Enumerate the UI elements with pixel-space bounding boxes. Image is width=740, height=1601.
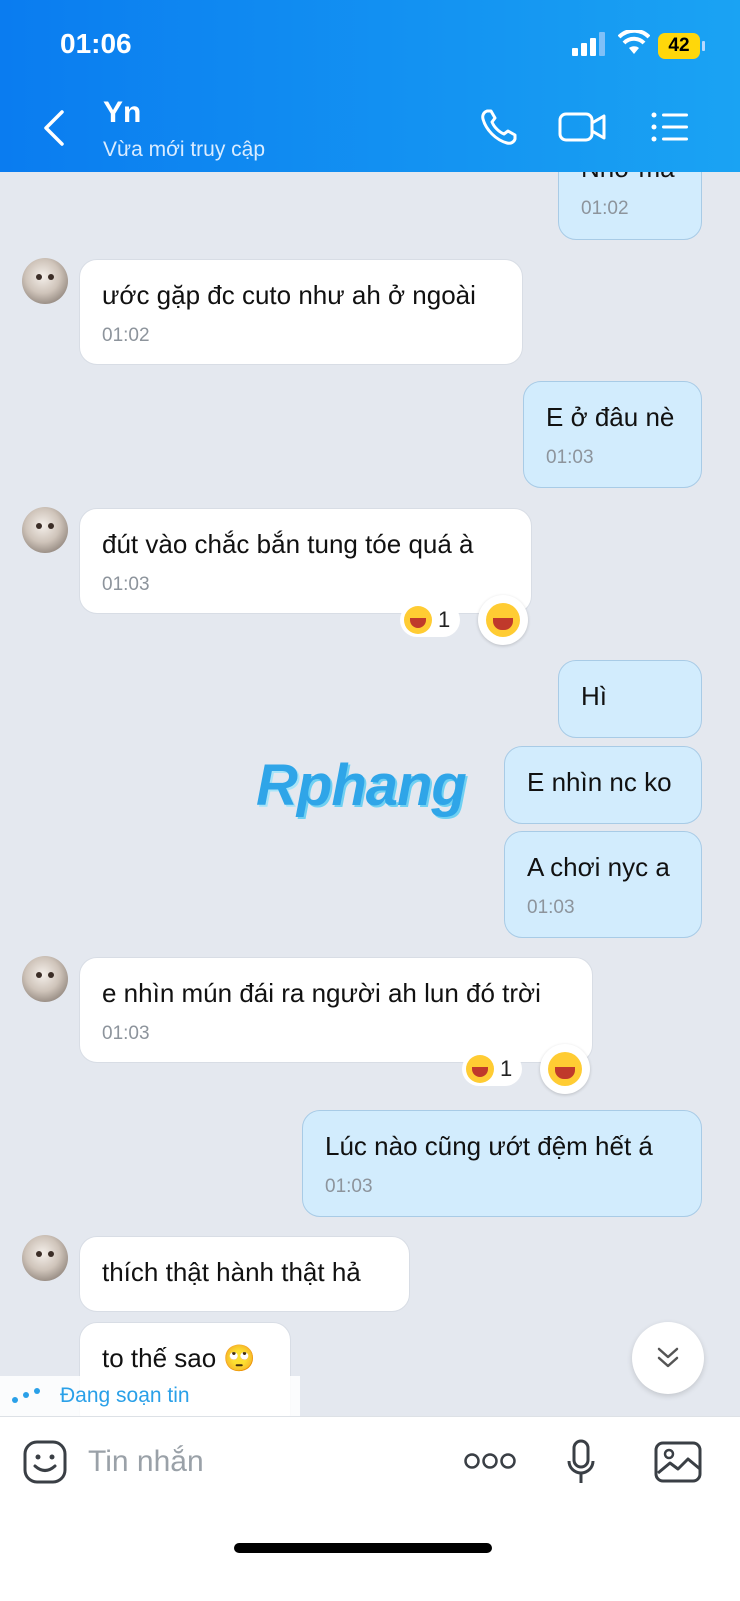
laugh-emoji-icon — [404, 606, 432, 634]
add-reaction-button[interactable] — [478, 595, 528, 645]
message-time: 01:03 — [546, 447, 594, 468]
message-input[interactable]: Tin nhắn — [88, 1445, 204, 1479]
battery-cap — [702, 41, 705, 51]
reaction-summary[interactable]: 1 — [462, 1052, 523, 1086]
home-indicator — [234, 1543, 492, 1553]
message-text: e nhìn mún đái ra người ah lun đó trời — [102, 978, 541, 1008]
reaction-count: 1 — [500, 1056, 513, 1081]
message-time: 01:03 — [102, 1023, 150, 1044]
video-call-icon[interactable] — [558, 106, 608, 148]
message-text: E nhìn nc ko — [527, 767, 672, 797]
typing-dots-icon — [12, 1388, 44, 1404]
laugh-emoji-icon — [548, 1052, 582, 1086]
back-icon[interactable] — [36, 108, 72, 148]
sticker-icon[interactable] — [22, 1439, 68, 1485]
message-outgoing[interactable]: Lúc nào cũng ướt đệm hết á 01:03 — [302, 1110, 702, 1217]
reaction-summary[interactable]: 1 — [400, 603, 461, 637]
scroll-to-bottom-button[interactable] — [632, 1322, 704, 1394]
cellular-signal-icon — [572, 32, 605, 56]
microphone-icon[interactable] — [566, 1439, 596, 1487]
avatar[interactable] — [22, 258, 68, 304]
message-incoming[interactable]: ước gặp đc cuto như ah ở ngoài 01:02 — [79, 259, 523, 365]
status-time: 01:06 — [60, 28, 132, 59]
message-text: thích thật hành thật hả — [102, 1257, 361, 1287]
message-outgoing[interactable]: A chơi nyc a 01:03 — [504, 831, 702, 938]
typing-text: Đang soạn tin — [60, 1384, 190, 1407]
image-icon[interactable] — [654, 1441, 702, 1483]
more-icon[interactable] — [464, 1451, 516, 1471]
laugh-emoji-icon — [486, 603, 520, 637]
phone-icon[interactable] — [478, 106, 520, 148]
message-time: 01:02 — [581, 198, 629, 219]
chat-title[interactable]: Yn — [103, 96, 141, 130]
watermark-part: phang — [296, 753, 467, 818]
message-outgoing[interactable]: Nhớ mà 01:02 — [558, 172, 702, 240]
message-incoming[interactable]: đút vào chắc bắn tung tóe quá à 01:03 — [79, 508, 532, 614]
watermark-part: R — [256, 753, 298, 818]
laugh-emoji-icon — [466, 1055, 494, 1083]
message-incoming[interactable]: e nhìn mún đái ra người ah lun đó trời 0… — [79, 957, 593, 1063]
chevron-double-down-icon — [657, 1347, 679, 1368]
wifi-icon — [618, 30, 650, 54]
message-text: Nhớ mà — [581, 172, 675, 183]
message-text: đút vào chắc bắn tung tóe quá à — [102, 529, 474, 559]
message-composer: Tin nhắn — [0, 1416, 740, 1601]
message-incoming[interactable]: thích thật hành thật hả — [79, 1236, 410, 1312]
message-text: to thế sao 🙄 — [102, 1343, 256, 1373]
menu-list-icon[interactable] — [650, 106, 690, 148]
typing-indicator: Đang soạn tin — [0, 1376, 300, 1416]
message-text: ước gặp đc cuto như ah ở ngoài — [102, 280, 476, 310]
message-time: 01:03 — [325, 1176, 373, 1197]
battery-level: 42 — [658, 33, 700, 59]
watermark-logo: Rphang — [256, 752, 467, 819]
message-outgoing[interactable]: E ở đâu nè 01:03 — [523, 381, 702, 488]
chat-subtitle: Vừa mới truy cập — [103, 138, 266, 161]
chat-messages-area[interactable]: Nhớ mà 01:02 ước gặp đc cuto như ah ở ng… — [0, 172, 740, 1444]
message-time: 01:03 — [527, 897, 575, 918]
message-text: Hì — [581, 681, 607, 711]
avatar[interactable] — [22, 1235, 68, 1281]
add-reaction-button[interactable] — [540, 1044, 590, 1094]
reaction-count: 1 — [438, 607, 451, 632]
message-outgoing[interactable]: Hì — [558, 660, 702, 738]
message-time: 01:02 — [102, 325, 150, 346]
avatar[interactable] — [22, 507, 68, 553]
message-outgoing[interactable]: E nhìn nc ko — [504, 746, 702, 824]
message-text: A chơi nyc a — [527, 852, 670, 882]
message-text: E ở đâu nè — [546, 402, 675, 432]
avatar[interactable] — [22, 956, 68, 1002]
message-time: 01:03 — [102, 574, 150, 595]
message-text: Lúc nào cũng ướt đệm hết á — [325, 1131, 653, 1161]
chat-header: 01:06 42 Yn Vừa mới truy cập — [0, 0, 740, 172]
